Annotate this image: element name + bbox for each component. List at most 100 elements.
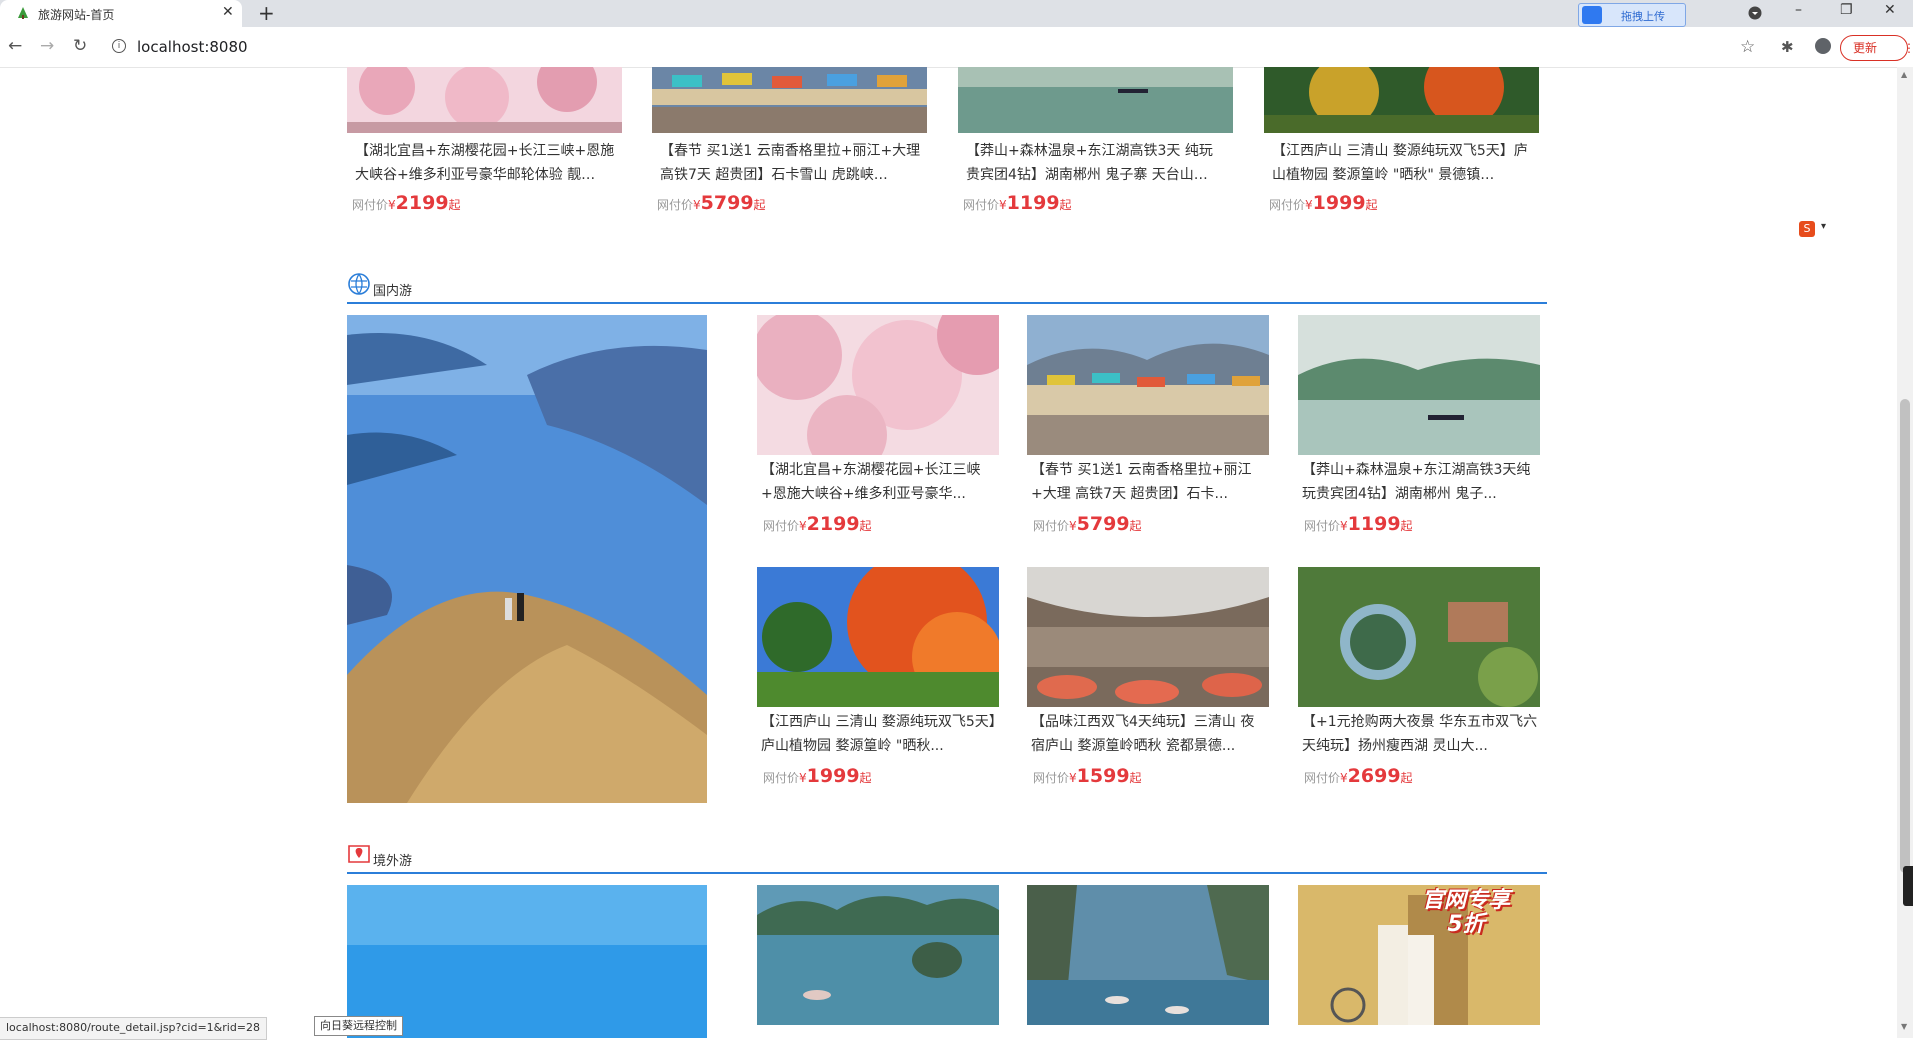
scroll-up-icon[interactable]: ▲ bbox=[1901, 70, 1907, 79]
route-title[interactable]: 【湖北宜昌+东湖樱花园+长江三峡+恩施大峡谷+维多利亚号豪华邮轮体验 靓… bbox=[355, 139, 617, 187]
section-title: 境外游 bbox=[373, 854, 413, 869]
route-card[interactable]: 【莽山+森林温泉+东江湖高铁3天纯玩贵宾团4钻】湖南郴州 鬼子... 网付价¥1… bbox=[1298, 315, 1540, 545]
promo-badge: 官网专享 5折 bbox=[1422, 889, 1510, 937]
price-label: 网付价 bbox=[657, 198, 694, 212]
route-image[interactable] bbox=[1298, 567, 1540, 707]
price-label: 网付价 bbox=[1304, 519, 1341, 533]
route-card[interactable]: 【+1元抢购两大夜景 华东五市双飞六天纯玩】扬州瘦西湖 灵山大... 网付价¥2… bbox=[1298, 567, 1540, 797]
upload-extension-label: 拖拽上传 bbox=[1621, 10, 1665, 23]
price-suffix: 起 bbox=[1129, 771, 1142, 785]
upload-extension-button[interactable]: 拖拽上传 bbox=[1578, 3, 1686, 27]
route-title[interactable]: 【品味江西双飞4天纯玩】三清山 夜宿庐山 婺源篁岭晒秋 瓷都景德... bbox=[1031, 710, 1267, 758]
site-info-icon[interactable]: i bbox=[112, 39, 126, 53]
route-card-promo[interactable]: 官网专享 5折 bbox=[1298, 885, 1540, 1025]
update-button[interactable]: 更新 ⋮ bbox=[1840, 35, 1913, 61]
tab-close-icon[interactable]: ✕ bbox=[222, 4, 234, 20]
price-label: 网付价 bbox=[352, 198, 389, 212]
price-label: 网付价 bbox=[963, 198, 1000, 212]
route-card[interactable]: 【湖北宜昌+东湖樱花园+长江三峡+恩施大峡谷+维多利亚号豪华... 网付价¥21… bbox=[757, 315, 999, 545]
route-title[interactable]: 【莽山+森林温泉+东江湖高铁3天 纯玩 贵宾团4钻】湖南郴州 鬼子寨 天台山… bbox=[966, 139, 1228, 187]
site-favicon-icon bbox=[18, 7, 28, 19]
back-arrow-icon[interactable]: ← bbox=[8, 36, 22, 56]
account-circle-icon[interactable] bbox=[1748, 6, 1762, 20]
route-image[interactable] bbox=[652, 67, 927, 133]
globe-icon bbox=[348, 273, 370, 295]
extensions-puzzle-icon[interactable]: ✱ bbox=[1781, 38, 1794, 56]
price-currency: ¥ bbox=[1069, 519, 1077, 533]
url-input[interactable]: localhost:8080 bbox=[137, 38, 248, 56]
route-price: 网付价¥2199起 bbox=[352, 192, 461, 214]
route-image[interactable] bbox=[757, 885, 999, 1025]
price-label: 网付价 bbox=[763, 771, 800, 785]
price-value: 1199 bbox=[1006, 192, 1060, 214]
route-card[interactable]: 【江西庐山 三清山 婺源纯玩双飞5天】庐山植物园 婺源篁岭 "晒秋... 网付价… bbox=[757, 567, 999, 797]
route-price: 网付价¥2199起 bbox=[763, 513, 872, 535]
route-card[interactable]: 【江西庐山 三清山 婺源纯玩双飞5天】庐山植物园 婺源篁岭 "晒秋" 景德镇… … bbox=[1264, 67, 1539, 227]
route-image[interactable] bbox=[958, 67, 1233, 133]
route-image[interactable] bbox=[757, 315, 999, 455]
route-image[interactable] bbox=[757, 567, 999, 707]
sogou-icon: S bbox=[1799, 221, 1815, 237]
route-title[interactable]: 【江西庐山 三清山 婺源纯玩双飞5天】庐山植物园 婺源篁岭 "晒秋" 景德镇… bbox=[1272, 139, 1534, 187]
price-currency: ¥ bbox=[693, 198, 701, 212]
route-image[interactable] bbox=[1264, 67, 1539, 133]
forward-arrow-icon[interactable]: → bbox=[40, 36, 54, 56]
price-currency: ¥ bbox=[388, 198, 396, 212]
promo-badge-line2: 5折 bbox=[1447, 912, 1485, 937]
price-suffix: 起 bbox=[448, 198, 461, 212]
route-card[interactable]: 【莽山+森林温泉+东江湖高铁3天 纯玩 贵宾团4钻】湖南郴州 鬼子寨 天台山… … bbox=[958, 67, 1233, 227]
section-header-overseas: 境外游 bbox=[347, 840, 1547, 874]
cloud-icon bbox=[1582, 6, 1602, 24]
browser-address-bar bbox=[0, 27, 1913, 68]
price-suffix: 起 bbox=[1059, 198, 1072, 212]
route-image[interactable] bbox=[1298, 315, 1540, 455]
route-image[interactable] bbox=[1027, 885, 1269, 1025]
route-title[interactable]: 【湖北宜昌+东湖樱花园+长江三峡+恩施大峡谷+维多利亚号豪华... bbox=[761, 458, 997, 506]
price-suffix: 起 bbox=[1400, 519, 1413, 533]
featured-route-image[interactable] bbox=[347, 315, 707, 803]
route-title[interactable]: 【春节 买1送1 云南香格里拉+丽江+大理 高铁7天 超贵团】石卡... bbox=[1031, 458, 1267, 506]
route-title[interactable]: 【+1元抢购两大夜景 华东五市双飞六天纯玩】扬州瘦西湖 灵山大... bbox=[1302, 710, 1538, 758]
menu-dots-icon[interactable]: ⋮ bbox=[1891, 36, 1913, 60]
route-title[interactable]: 【春节 买1送1 云南香格里拉+丽江+大理 高铁7天 超贵团】石卡雪山 虎跳峡… bbox=[660, 139, 922, 187]
route-image[interactable] bbox=[347, 67, 622, 133]
route-price: 网付价¥1199起 bbox=[963, 192, 1072, 214]
route-title[interactable]: 【莽山+森林温泉+东江湖高铁3天纯玩贵宾团4钻】湖南郴州 鬼子... bbox=[1302, 458, 1538, 506]
price-suffix: 起 bbox=[1400, 771, 1413, 785]
scrollbar-thumb[interactable] bbox=[1900, 399, 1910, 873]
route-image[interactable] bbox=[1027, 315, 1269, 455]
price-suffix: 起 bbox=[1365, 198, 1378, 212]
window-minimize-button[interactable]: – bbox=[1795, 2, 1802, 18]
route-card[interactable]: 【春节 买1送1 云南香格里拉+丽江+大理 高铁7天 超贵团】石卡雪山 虎跳峡…… bbox=[652, 67, 927, 227]
price-label: 网付价 bbox=[1033, 771, 1070, 785]
route-title[interactable]: 【江西庐山 三清山 婺源纯玩双飞5天】庐山植物园 婺源篁岭 "晒秋... bbox=[761, 710, 997, 758]
section-title: 国内游 bbox=[373, 284, 413, 299]
route-card[interactable]: 【品味江西双飞4天纯玩】三清山 夜宿庐山 婺源篁岭晒秋 瓷都景德... 网付价¥… bbox=[1027, 567, 1269, 797]
profile-avatar-icon[interactable] bbox=[1815, 38, 1831, 54]
browser-tabbar: 旅游网站-首页 ✕ + 拖拽上传 – ❐ ✕ bbox=[0, 0, 1913, 27]
price-currency: ¥ bbox=[999, 198, 1007, 212]
remote-control-label[interactable]: 向日葵远程控制 bbox=[314, 1016, 403, 1036]
window-close-button[interactable]: ✕ bbox=[1884, 2, 1896, 18]
bookmark-star-icon[interactable]: ☆ bbox=[1740, 37, 1755, 57]
route-price: 网付价¥5799起 bbox=[657, 192, 766, 214]
promo-badge-line1: 官网专享 bbox=[1422, 888, 1511, 913]
scroll-down-icon[interactable]: ▼ bbox=[1901, 1022, 1907, 1031]
route-card[interactable]: 【湖北宜昌+东湖樱花园+长江三峡+恩施大峡谷+维多利亚号豪华邮轮体验 靓… 网付… bbox=[347, 67, 622, 227]
price-currency: ¥ bbox=[1340, 771, 1348, 785]
price-value: 1999 bbox=[1312, 192, 1366, 214]
map-pin-icon bbox=[348, 845, 370, 863]
update-label: 更新 bbox=[1853, 41, 1878, 55]
edge-handle[interactable] bbox=[1903, 866, 1913, 906]
route-image[interactable] bbox=[1027, 567, 1269, 707]
reload-icon[interactable]: ↻ bbox=[73, 36, 87, 56]
price-currency: ¥ bbox=[1305, 198, 1313, 212]
ime-widget[interactable]: S ▾ bbox=[1797, 219, 1833, 241]
new-tab-button[interactable]: + bbox=[258, 1, 275, 25]
browser-tab-active[interactable]: 旅游网站-首页 ✕ bbox=[0, 0, 242, 27]
status-url: localhost:8080/route_detail.jsp?cid=1&ri… bbox=[0, 1017, 268, 1040]
window-restore-button[interactable]: ❐ bbox=[1840, 2, 1853, 18]
route-card[interactable]: 【春节 买1送1 云南香格里拉+丽江+大理 高铁7天 超贵团】石卡... 网付价… bbox=[1027, 315, 1269, 545]
chevron-down-icon[interactable]: ▾ bbox=[1821, 221, 1826, 232]
price-value: 2199 bbox=[806, 513, 860, 535]
